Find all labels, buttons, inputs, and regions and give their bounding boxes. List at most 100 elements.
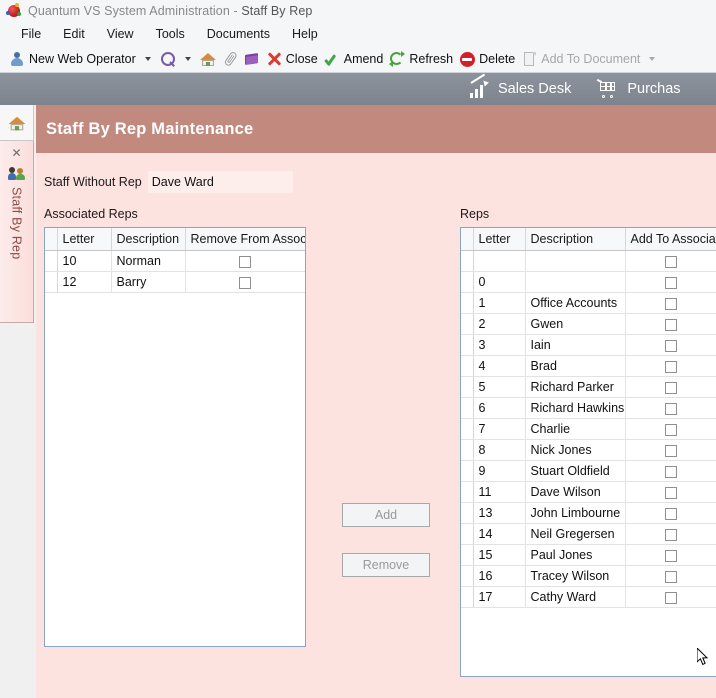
row-selector[interactable] <box>45 250 58 272</box>
staff-without-rep-input[interactable] <box>147 171 293 193</box>
sidebar-tab-staff-by-rep[interactable]: ✕ Staff By Rep <box>0 141 34 323</box>
search-button[interactable] <box>157 48 179 70</box>
row-selector[interactable] <box>461 271 474 293</box>
delete-button[interactable]: Delete <box>456 48 518 70</box>
table-row[interactable]: 10 Norman <box>45 250 305 272</box>
search-dropdown-icon[interactable] <box>184 57 191 61</box>
cell-add-checkbox[interactable] <box>625 334 716 356</box>
cell-add-checkbox[interactable] <box>625 271 716 293</box>
amend-button[interactable]: Amend <box>321 48 387 70</box>
table-row[interactable]: 14 Neil Gregersen <box>461 523 716 545</box>
new-web-operator-dropdown-icon[interactable] <box>144 57 151 61</box>
checkbox-icon[interactable] <box>665 276 678 289</box>
associated-reps-grid[interactable]: Letter Description Remove From Associate… <box>44 227 306 647</box>
col-header-letter[interactable]: Letter <box>57 228 112 251</box>
add-button[interactable]: Add <box>342 503 430 527</box>
cell-add-checkbox[interactable] <box>625 586 716 608</box>
table-row[interactable]: 4 Brad <box>461 355 716 377</box>
row-selector[interactable] <box>461 334 474 356</box>
cell-add-checkbox[interactable] <box>625 460 716 482</box>
remove-button[interactable]: Remove <box>342 553 430 577</box>
cell-remove-checkbox[interactable] <box>185 271 305 293</box>
cell-add-checkbox[interactable] <box>625 355 716 377</box>
table-row[interactable]: 5 Richard Parker <box>461 376 716 398</box>
menu-tools[interactable]: Tools <box>145 24 196 44</box>
row-selector[interactable] <box>45 271 58 293</box>
menu-view[interactable]: View <box>96 24 145 44</box>
menu-edit[interactable]: Edit <box>52 24 96 44</box>
close-button[interactable]: Close <box>263 48 321 70</box>
menu-documents[interactable]: Documents <box>196 24 281 44</box>
cell-add-checkbox[interactable] <box>625 439 716 461</box>
row-selector[interactable] <box>461 502 474 524</box>
checkbox-icon[interactable] <box>665 318 678 331</box>
checkbox-icon[interactable] <box>665 381 678 394</box>
checkbox-icon[interactable] <box>665 570 678 583</box>
table-row[interactable]: 2 Gwen <box>461 313 716 335</box>
add-to-document-button[interactable]: Add To Document <box>518 48 643 70</box>
attach-button[interactable] <box>219 48 241 70</box>
row-selector[interactable] <box>461 544 474 566</box>
checkbox-icon[interactable] <box>665 255 678 268</box>
row-selector[interactable] <box>461 313 474 335</box>
cell-add-checkbox[interactable] <box>625 544 716 566</box>
table-row[interactable]: 9 Stuart Oldfield <box>461 460 716 482</box>
col-header-add-to-associated[interactable]: Add To Associated <box>625 228 716 251</box>
table-row[interactable] <box>461 250 716 272</box>
nav-item-sales-desk[interactable]: Sales Desk <box>470 73 571 98</box>
cell-add-checkbox[interactable] <box>625 418 716 440</box>
checkbox-icon[interactable] <box>665 423 678 436</box>
checkbox-icon[interactable] <box>665 528 678 541</box>
cell-add-checkbox[interactable] <box>625 292 716 314</box>
cell-add-checkbox[interactable] <box>625 523 716 545</box>
cell-add-checkbox[interactable] <box>625 481 716 503</box>
home-button[interactable] <box>197 48 219 70</box>
table-row[interactable]: 16 Tracey Wilson <box>461 565 716 587</box>
refresh-button[interactable]: Refresh <box>386 48 456 70</box>
checkbox-icon[interactable] <box>239 276 252 289</box>
table-row[interactable]: 3 Iain <box>461 334 716 356</box>
row-selector[interactable] <box>461 250 474 272</box>
row-selector[interactable] <box>461 292 474 314</box>
table-row[interactable]: 17 Cathy Ward <box>461 586 716 608</box>
cell-add-checkbox[interactable] <box>625 376 716 398</box>
table-row[interactable]: 1 Office Accounts <box>461 292 716 314</box>
table-row[interactable]: 7 Charlie <box>461 418 716 440</box>
row-selector[interactable] <box>461 439 474 461</box>
menu-file[interactable]: File <box>10 24 52 44</box>
table-row[interactable]: 11 Dave Wilson <box>461 481 716 503</box>
menu-help[interactable]: Help <box>281 24 329 44</box>
row-selector[interactable] <box>461 418 474 440</box>
table-row[interactable]: 0 <box>461 271 716 293</box>
row-selector[interactable] <box>461 481 474 503</box>
col-header-remove-from-associated[interactable]: Remove From Associated <box>185 228 305 251</box>
row-selector[interactable] <box>461 460 474 482</box>
table-row[interactable]: 8 Nick Jones <box>461 439 716 461</box>
checkbox-icon[interactable] <box>665 444 678 457</box>
row-selector[interactable] <box>461 397 474 419</box>
col-header-letter[interactable]: Letter <box>473 228 526 251</box>
checkbox-icon[interactable] <box>665 591 678 604</box>
checkbox-icon[interactable] <box>665 297 678 310</box>
row-selector[interactable] <box>461 565 474 587</box>
col-header-description[interactable]: Description <box>525 228 626 251</box>
checkbox-icon[interactable] <box>665 486 678 499</box>
row-selector[interactable] <box>461 376 474 398</box>
cell-add-checkbox[interactable] <box>625 397 716 419</box>
row-selector[interactable] <box>461 355 474 377</box>
checkbox-icon[interactable] <box>665 465 678 478</box>
checkbox-icon[interactable] <box>239 255 252 268</box>
cell-remove-checkbox[interactable] <box>185 250 305 272</box>
checkbox-icon[interactable] <box>665 402 678 415</box>
cell-add-checkbox[interactable] <box>625 313 716 335</box>
table-row[interactable]: 12 Barry <box>45 271 305 293</box>
table-row[interactable]: 13 John Limbourne <box>461 502 716 524</box>
row-selector[interactable] <box>461 523 474 545</box>
checkbox-icon[interactable] <box>665 549 678 562</box>
cell-add-checkbox[interactable] <box>625 565 716 587</box>
add-to-document-dropdown-icon[interactable] <box>649 57 656 61</box>
cell-add-checkbox[interactable] <box>625 502 716 524</box>
checkbox-icon[interactable] <box>665 360 678 373</box>
close-icon[interactable]: ✕ <box>11 147 21 159</box>
col-header-description[interactable]: Description <box>111 228 186 251</box>
